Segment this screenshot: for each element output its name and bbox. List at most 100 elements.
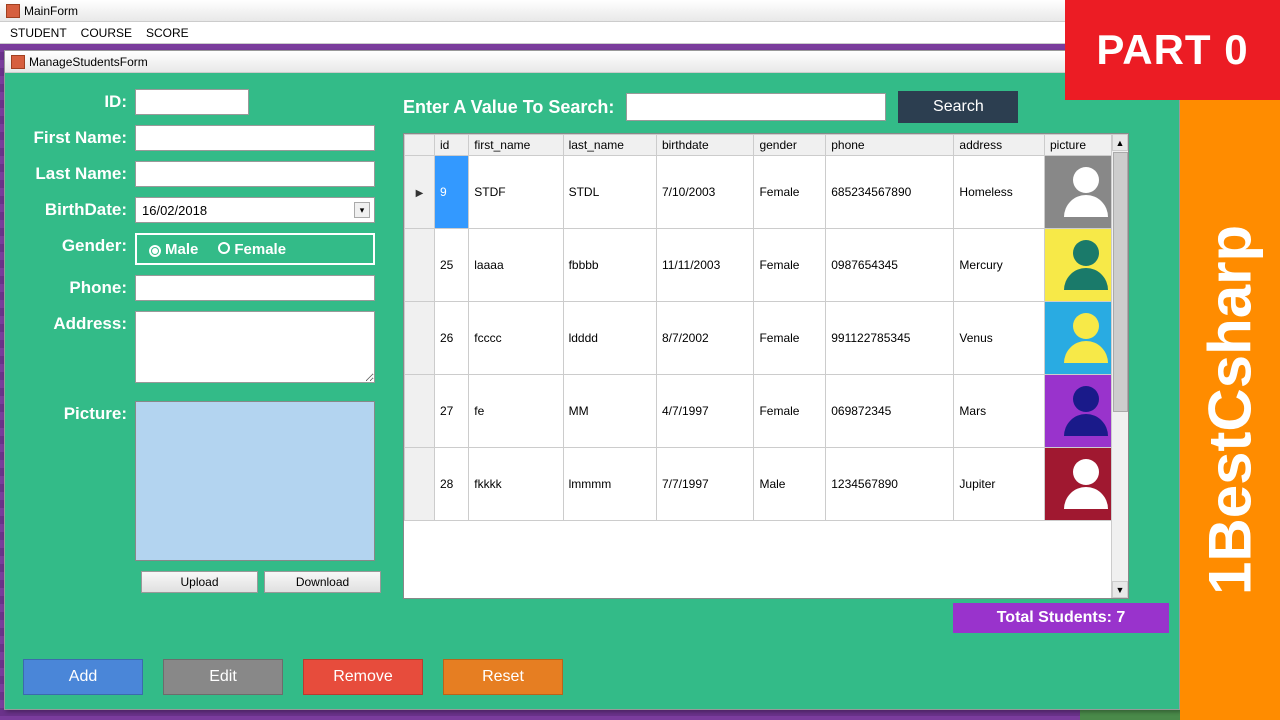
table-row[interactable]: 27feMM4/7/1997Female069872345Mars	[405, 375, 1128, 448]
grid-scrollbar[interactable]: ▲ ▼	[1111, 134, 1128, 598]
manage-students-window: ManageStudentsForm ID: First Name: Last …	[4, 50, 1180, 710]
cell-last_name[interactable]: lmmmm	[563, 448, 656, 521]
cell-id[interactable]: 28	[435, 448, 469, 521]
download-button[interactable]: Download	[264, 571, 381, 593]
cell-first_name[interactable]: laaaa	[469, 229, 563, 302]
cell-gender[interactable]: Female	[754, 156, 826, 229]
overlay-brand-badge: 1BestCsharp	[1180, 100, 1280, 720]
cell-first_name[interactable]: fcccc	[469, 302, 563, 375]
search-label: Enter A Value To Search:	[403, 97, 614, 118]
cell-birthdate[interactable]: 11/11/2003	[656, 229, 753, 302]
birthdate-label: BirthDate:	[23, 197, 135, 220]
id-input[interactable]	[135, 89, 249, 115]
cell-phone[interactable]: 069872345	[826, 375, 954, 448]
cell-gender[interactable]: Female	[754, 229, 826, 302]
row-header[interactable]	[405, 448, 435, 521]
cell-address[interactable]: Mars	[954, 375, 1045, 448]
cell-id[interactable]: 9	[435, 156, 469, 229]
main-titlebar[interactable]: MainForm	[0, 0, 1080, 22]
cell-birthdate[interactable]: 8/7/2002	[656, 302, 753, 375]
cell-address[interactable]: Homeless	[954, 156, 1045, 229]
cell-birthdate[interactable]: 4/7/1997	[656, 375, 753, 448]
col-gender[interactable]: gender	[754, 135, 826, 156]
cell-phone[interactable]: 991122785345	[826, 302, 954, 375]
picture-box[interactable]	[135, 401, 375, 561]
cell-last_name[interactable]: ldddd	[563, 302, 656, 375]
search-button[interactable]: Search	[898, 91, 1018, 123]
id-label: ID:	[23, 89, 135, 112]
address-label: Address:	[23, 311, 135, 334]
table-row[interactable]: 28fkkkklmmmm7/7/1997Male1234567890Jupite…	[405, 448, 1128, 521]
menu-course[interactable]: COURSE	[81, 26, 132, 40]
cell-first_name[interactable]: fkkkk	[469, 448, 563, 521]
cell-id[interactable]: 27	[435, 375, 469, 448]
scroll-thumb[interactable]	[1113, 152, 1128, 412]
search-input[interactable]	[626, 93, 886, 121]
cell-address[interactable]: Mercury	[954, 229, 1045, 302]
cell-last_name[interactable]: STDL	[563, 156, 656, 229]
firstname-label: First Name:	[23, 125, 135, 148]
cell-gender[interactable]: Male	[754, 448, 826, 521]
scroll-up-icon[interactable]: ▲	[1112, 134, 1128, 151]
reset-button[interactable]: Reset	[443, 659, 563, 695]
col-first_name[interactable]: first_name	[469, 135, 563, 156]
gender-female-radio[interactable]: Female	[218, 241, 286, 258]
form-panel: ID: First Name: Last Name: BirthDate:	[23, 89, 393, 593]
gender-male-radio[interactable]: Male	[149, 241, 198, 258]
cell-last_name[interactable]: fbbbb	[563, 229, 656, 302]
cell-last_name[interactable]: MM	[563, 375, 656, 448]
add-button[interactable]: Add	[23, 659, 143, 695]
gender-group: Male Female	[135, 233, 375, 265]
cell-birthdate[interactable]: 7/7/1997	[656, 448, 753, 521]
chevron-down-icon[interactable]: ▾	[354, 202, 370, 218]
menu-score[interactable]: SCORE	[146, 26, 189, 40]
phone-label: Phone:	[23, 275, 135, 298]
col-id[interactable]: id	[435, 135, 469, 156]
child-titlebar[interactable]: ManageStudentsForm	[5, 51, 1179, 73]
total-students-bar: Total Students: 7	[953, 603, 1169, 633]
students-grid[interactable]: idfirst_namelast_namebirthdategenderphon…	[403, 133, 1129, 599]
cell-first_name[interactable]: STDF	[469, 156, 563, 229]
cell-address[interactable]: Venus	[954, 302, 1045, 375]
cell-gender[interactable]: Female	[754, 302, 826, 375]
cell-id[interactable]: 26	[435, 302, 469, 375]
lastname-input[interactable]	[135, 161, 375, 187]
scroll-down-icon[interactable]: ▼	[1112, 581, 1128, 598]
cell-first_name[interactable]: fe	[469, 375, 563, 448]
col-address[interactable]: address	[954, 135, 1045, 156]
main-title: MainForm	[24, 4, 78, 18]
cell-birthdate[interactable]: 7/10/2003	[656, 156, 753, 229]
cell-phone[interactable]: 0987654345	[826, 229, 954, 302]
search-bar: Enter A Value To Search: Search	[403, 91, 1018, 123]
birthdate-value: 16/02/2018	[142, 203, 207, 218]
birthdate-picker[interactable]: 16/02/2018 ▾	[135, 197, 375, 223]
row-header[interactable]	[405, 156, 435, 229]
firstname-input[interactable]	[135, 125, 375, 151]
row-header[interactable]	[405, 229, 435, 302]
menu-student[interactable]: STUDENT	[10, 26, 67, 40]
row-header[interactable]	[405, 375, 435, 448]
col-last_name[interactable]: last_name	[563, 135, 656, 156]
upload-button[interactable]: Upload	[141, 571, 258, 593]
cell-address[interactable]: Jupiter	[954, 448, 1045, 521]
edit-button[interactable]: Edit	[163, 659, 283, 695]
table-row[interactable]: 25laaaafbbbb11/11/2003Female0987654345Me…	[405, 229, 1128, 302]
remove-button[interactable]: Remove	[303, 659, 423, 695]
main-window: MainForm STUDENT COURSE SCORE ManageStud…	[0, 0, 1080, 720]
col-birthdate[interactable]: birthdate	[656, 135, 753, 156]
table-row[interactable]: 9STDFSTDL7/10/2003Female685234567890Home…	[405, 156, 1128, 229]
col-phone[interactable]: phone	[826, 135, 954, 156]
grid-corner	[405, 135, 435, 156]
child-body: ID: First Name: Last Name: BirthDate:	[5, 73, 1179, 709]
form-icon	[11, 55, 25, 69]
cell-id[interactable]: 25	[435, 229, 469, 302]
cell-phone[interactable]: 685234567890	[826, 156, 954, 229]
table-row[interactable]: 26fccccldddd8/7/2002Female991122785345Ve…	[405, 302, 1128, 375]
cell-phone[interactable]: 1234567890	[826, 448, 954, 521]
cell-gender[interactable]: Female	[754, 375, 826, 448]
mdi-area: ManageStudentsForm ID: First Name: Last …	[0, 44, 1080, 720]
address-input[interactable]	[135, 311, 375, 383]
phone-input[interactable]	[135, 275, 375, 301]
row-header[interactable]	[405, 302, 435, 375]
menubar: STUDENT COURSE SCORE	[0, 22, 1080, 44]
